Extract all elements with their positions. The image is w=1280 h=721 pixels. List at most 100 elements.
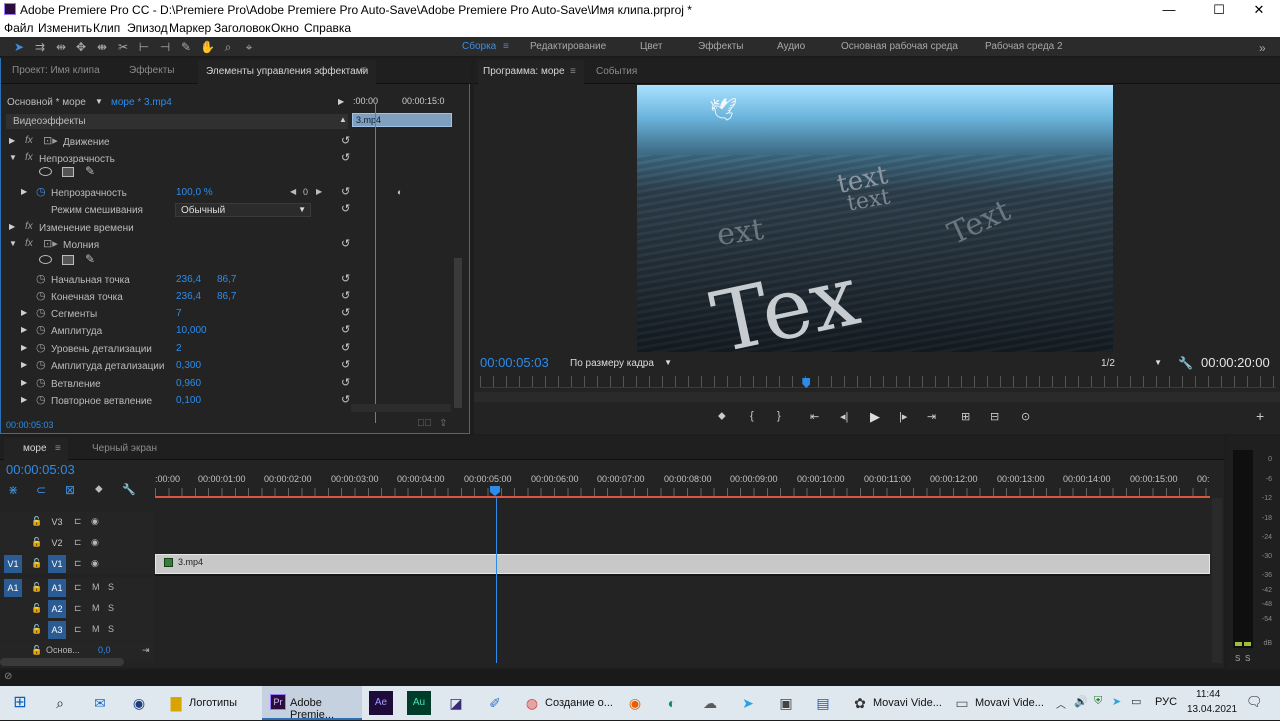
reset-icon[interactable]: ↺ (341, 185, 350, 198)
program-timecode[interactable]: 00:00:05:03 (480, 355, 549, 370)
reset-icon[interactable]: ↺ (341, 376, 350, 389)
nest-toggle-icon[interactable]: ⋇ (8, 483, 18, 497)
resolution-select[interactable]: 1/2 ▼ (1096, 357, 1166, 372)
lock-icon[interactable]: 🔓 (31, 624, 42, 635)
next-keyframe-icon[interactable]: ▶ (316, 187, 322, 196)
stopwatch-icon[interactable]: ◷ (36, 376, 46, 389)
mute-button[interactable]: M (92, 582, 100, 592)
param-start-point[interactable]: ◷ Начальная точка 236,4 86,7 ↺ (7, 272, 350, 289)
after-effects-icon[interactable]: Ae (369, 691, 393, 715)
menu-help[interactable]: Справка (304, 21, 351, 35)
timeline-ruler[interactable] (155, 488, 1210, 496)
reset-icon[interactable]: ↺ (341, 237, 350, 250)
menu-marker[interactable]: Маркер (169, 21, 211, 35)
audition-icon[interactable]: Au (407, 691, 431, 715)
track-select-tool-icon[interactable]: ⇉ (33, 40, 47, 54)
param-value[interactable]: 0,300 (176, 360, 201, 371)
stopwatch-icon[interactable]: ◷ (36, 289, 46, 302)
sync-lock-icon[interactable]: ⊏ (74, 516, 82, 527)
master-clip-label[interactable]: Основной * море (7, 97, 86, 108)
ec-scrollbar[interactable] (454, 258, 462, 408)
tab-sea-sequence[interactable]: море (23, 443, 47, 454)
sync-lock-icon[interactable]: ⊏ (74, 624, 82, 635)
go-to-in-icon[interactable]: ⇤ (810, 410, 819, 423)
effect-time-remap[interactable]: ▶ fx Изменение времени (7, 220, 347, 237)
reset-icon[interactable]: ↺ (341, 289, 350, 302)
go-to-end-icon[interactable]: ⇥ (142, 645, 150, 656)
track-area[interactable] (155, 498, 1210, 663)
type-tool-icon[interactable]: ⌖ (242, 40, 256, 54)
step-back-icon[interactable]: ◂| (840, 410, 848, 423)
collapse-icon[interactable]: ▲ (339, 115, 347, 124)
timeline-timecode[interactable]: 00:00:05:03 (6, 462, 75, 477)
program-time-ruler[interactable] (480, 376, 1276, 388)
rectangle-mask-icon[interactable] (62, 255, 74, 265)
add-keyframe-icon[interactable]: 0 (303, 187, 308, 197)
tab-program[interactable]: Программа: море (483, 66, 565, 77)
collapse-icon[interactable]: ▼ (9, 153, 17, 162)
obs-icon[interactable]: ◉ (127, 691, 151, 715)
param-branching[interactable]: ▶ ◷ Ветвление 0,960 ↺ (7, 376, 350, 393)
expand-icon[interactable]: ▶ (21, 343, 27, 352)
minimize-button[interactable]: — (1146, 0, 1192, 19)
mark-in-icon[interactable]: { (750, 410, 754, 422)
cloud-icon[interactable]: ☁ (698, 691, 722, 715)
param-value-x[interactable]: 236,4 (176, 274, 201, 285)
effect-opacity[interactable]: ▼ fx Непрозрачность ↺ (7, 151, 350, 168)
telegram-tray-icon[interactable]: ➤ (1112, 695, 1121, 708)
param-detail-level[interactable]: ▶ ◷ Уровень детализации 2 ↺ (7, 341, 350, 358)
slip-tool-icon[interactable]: ⊢ (137, 40, 151, 54)
video-clip[interactable]: 3.mp4 (155, 554, 1210, 574)
param-value[interactable]: 2 (176, 343, 182, 354)
tab-project[interactable]: Проект: Имя клипа (12, 65, 100, 76)
blend-mode-select[interactable]: Обычный ▼ (175, 203, 311, 217)
telegram-icon[interactable]: ➤ (736, 691, 760, 715)
clock-time[interactable]: 11:44 (1196, 689, 1220, 700)
app-icon-gray[interactable]: ▣ (774, 691, 798, 715)
solo-left-button[interactable]: S (1235, 654, 1240, 663)
collapse-icon[interactable]: ▼ (9, 239, 17, 248)
movavi-window-icon[interactable]: ▭ (950, 691, 974, 715)
track-label-v2[interactable]: V2 (48, 534, 66, 552)
menu-sequence[interactable]: Эпизод (127, 21, 168, 35)
param-amplitude[interactable]: ▶ ◷ Амплитуда 10,000 ↺ (7, 323, 350, 340)
fx-icon[interactable]: fx (25, 238, 33, 249)
add-button-icon[interactable]: + (1256, 408, 1264, 424)
tab-menu-icon[interactable]: ≡ (570, 66, 576, 77)
fx-icon[interactable]: fx (25, 135, 33, 146)
chrome-icon[interactable]: ◍ (520, 691, 544, 715)
razor-tool-icon[interactable]: ✂ (116, 40, 130, 54)
timeline-vscroll[interactable] (1212, 498, 1222, 663)
lock-icon[interactable]: 🔓 (31, 603, 42, 614)
expand-icon[interactable]: ▶ (21, 360, 27, 369)
eye-icon[interactable]: ◉ (91, 516, 99, 527)
ellipse-mask-icon[interactable] (39, 167, 52, 176)
ec-clip-bar[interactable]: 3.mp4 (352, 113, 452, 127)
status-icon[interactable]: ⊘ (4, 671, 12, 682)
expand-icon[interactable]: ▶ (21, 187, 27, 196)
eye-icon[interactable]: ◉ (91, 537, 99, 548)
go-to-out-icon[interactable]: ⇥ (927, 410, 936, 423)
pen-mask-icon[interactable]: ✎ (85, 164, 95, 178)
prev-keyframe-icon[interactable]: ◀ (290, 187, 296, 196)
solo-right-button[interactable]: S (1245, 654, 1250, 663)
tab-effect-controls[interactable]: Элементы управления эффектами (206, 66, 368, 77)
param-detail-amplitude[interactable]: ▶ ◷ Амплитуда детализации 0,300 ↺ (7, 358, 350, 375)
tab-effects[interactable]: Эффекты (129, 65, 174, 76)
expand-icon[interactable]: ▶ (21, 395, 27, 404)
play-icon[interactable]: ▶ (870, 409, 880, 425)
reset-icon[interactable]: ↺ (341, 358, 350, 371)
param-value-y[interactable]: 86,7 (217, 291, 236, 302)
mute-button[interactable]: M (92, 624, 100, 634)
source-patch-a1[interactable]: A1 (4, 579, 22, 597)
reset-icon[interactable]: ↺ (341, 134, 350, 147)
source-patch-v1[interactable]: V1 (4, 555, 22, 573)
param-value-x[interactable]: 236,4 (176, 291, 201, 302)
tab-black-screen[interactable]: Черный экран (92, 443, 157, 454)
stopwatch-icon[interactable]: ◷ (36, 341, 46, 354)
add-marker-icon[interactable]: ⬥ (95, 483, 103, 496)
ec-horizontal-scrollbar[interactable] (351, 404, 451, 412)
workspace-effects[interactable]: Эффекты (698, 41, 743, 52)
track-label-a3[interactable]: A3 (48, 621, 66, 639)
mail-icon[interactable]: ✉ (88, 691, 112, 715)
